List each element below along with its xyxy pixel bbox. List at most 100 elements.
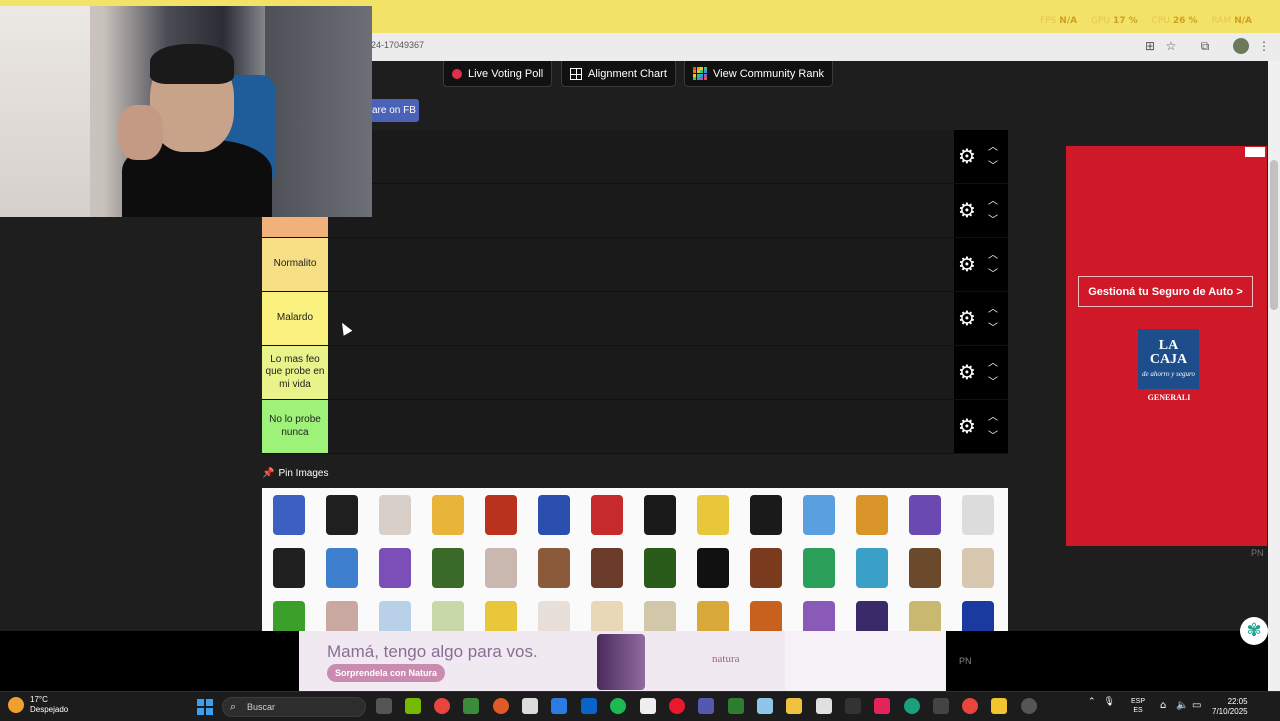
chevron-up-icon[interactable]: ︿ <box>988 300 998 319</box>
document-icon[interactable] <box>640 698 656 714</box>
gear-icon[interactable]: ⚙ <box>958 200 976 220</box>
obs-icon[interactable] <box>1021 698 1037 714</box>
chevron-down-icon[interactable]: ﹀ <box>988 427 998 446</box>
snack-image[interactable] <box>951 594 1004 631</box>
app-icon[interactable] <box>757 698 773 714</box>
capcut-icon[interactable] <box>933 698 949 714</box>
nvidia-icon[interactable] <box>405 698 421 714</box>
chevron-up-icon[interactable]: ︿ <box>988 192 998 211</box>
snack-image[interactable] <box>315 541 368 594</box>
tier-label[interactable]: No lo probe nunca <box>262 400 328 453</box>
tier-row[interactable]: Lo mas feo que probe en mi vida ⚙ ︿ ﹀ <box>262 346 1008 400</box>
scrollbar-thumb[interactable] <box>1270 160 1278 310</box>
chevron-down-icon[interactable]: ﹀ <box>988 319 998 338</box>
snack-image[interactable] <box>315 594 368 631</box>
chevron-up-icon[interactable]: ︿ <box>988 138 998 157</box>
chevron-down-icon[interactable]: ﹀ <box>988 265 998 284</box>
extensions-icon[interactable]: ⧉ <box>1197 38 1213 54</box>
snack-image[interactable] <box>580 541 633 594</box>
chrome-icon[interactable] <box>434 698 450 714</box>
snack-image[interactable] <box>845 488 898 541</box>
snack-image[interactable] <box>739 488 792 541</box>
app-icon[interactable] <box>551 698 567 714</box>
snack-image[interactable] <box>951 541 1004 594</box>
folder-icon[interactable] <box>786 698 802 714</box>
snack-image[interactable] <box>527 488 580 541</box>
snack-image[interactable] <box>845 594 898 631</box>
tier-label[interactable]: Lo mas feo que probe en mi vida <box>262 346 328 399</box>
snack-image[interactable] <box>421 541 474 594</box>
file-icon[interactable] <box>522 698 538 714</box>
snack-image[interactable] <box>421 488 474 541</box>
gear-icon[interactable]: ⚙ <box>958 416 976 436</box>
move-arrows[interactable]: ︿ ﹀ <box>988 354 998 392</box>
outlook-icon[interactable] <box>581 698 597 714</box>
alignment-chart-button[interactable]: Alignment Chart <box>561 61 676 87</box>
chevron-down-icon[interactable]: ﹀ <box>988 157 998 176</box>
snack-image[interactable] <box>474 488 527 541</box>
snack-image[interactable] <box>633 594 686 631</box>
live-voting-button[interactable]: Live Voting Poll <box>443 61 553 87</box>
tier-label[interactable]: Malardo <box>262 292 328 345</box>
language-indicator[interactable]: ESP ES <box>1131 697 1145 715</box>
snack-image[interactable] <box>262 541 315 594</box>
snack-image[interactable] <box>633 488 686 541</box>
snack-image[interactable] <box>421 594 474 631</box>
microphone-icon[interactable]: 🎙 <box>1104 697 1115 707</box>
snack-image[interactable] <box>739 541 792 594</box>
taskbar-clock[interactable]: 22:05 7/10/2025 <box>1212 697 1248 717</box>
move-arrows[interactable]: ︿ ﹀ <box>988 138 998 176</box>
snack-image[interactable] <box>792 488 845 541</box>
snack-image[interactable] <box>686 594 739 631</box>
gear-icon[interactable]: ⚙ <box>958 146 976 166</box>
gear-icon[interactable]: ⚙ <box>958 362 976 382</box>
volume-icon[interactable]: 🔈 <box>1176 700 1188 711</box>
profile-avatar[interactable] <box>1233 38 1249 54</box>
snack-image[interactable] <box>951 488 1004 541</box>
ad-sub-button[interactable]: Sorprendela con Natura <box>327 664 446 682</box>
snack-image[interactable] <box>262 594 315 631</box>
weather-widget[interactable]: 17°C Despejado <box>8 695 68 715</box>
snack-image[interactable] <box>845 541 898 594</box>
gear-icon[interactable]: ⚙ <box>958 308 976 328</box>
snack-image[interactable] <box>633 541 686 594</box>
chevron-down-icon[interactable]: ﹀ <box>988 211 998 230</box>
pin-images-toggle[interactable]: 📌 Pin Images <box>262 468 328 479</box>
snack-image[interactable] <box>686 541 739 594</box>
snack-image[interactable] <box>527 594 580 631</box>
tier-drop-zone[interactable] <box>328 130 954 183</box>
snack-image[interactable] <box>898 541 951 594</box>
chevron-up-icon[interactable]: ⌃ <box>1088 697 1096 707</box>
gear-icon[interactable]: ⚙ <box>958 254 976 274</box>
tier-row[interactable]: No lo probe nunca ⚙ ︿ ﹀ <box>262 400 1008 454</box>
snack-image[interactable] <box>474 541 527 594</box>
ad-banner-bottom-extra[interactable] <box>785 631 946 691</box>
move-arrows[interactable]: ︿ ﹀ <box>988 192 998 230</box>
snack-image[interactable] <box>580 594 633 631</box>
url-text[interactable]: 24-17049367 <box>371 40 424 50</box>
network-icon[interactable]: ⌂ <box>1160 700 1166 711</box>
translate-icon[interactable]: ⊞ <box>1142 38 1158 54</box>
opera-icon[interactable] <box>669 698 685 714</box>
chevron-up-icon[interactable]: ︿ <box>988 408 998 427</box>
chevron-down-icon[interactable]: ﹀ <box>988 373 998 392</box>
tier-drop-zone[interactable] <box>328 292 954 345</box>
chevron-up-icon[interactable]: ︿ <box>988 354 998 373</box>
app-icon[interactable] <box>728 698 744 714</box>
system-tray[interactable]: ⌃ 🎙 <box>1088 697 1115 707</box>
chrome-icon[interactable] <box>962 698 978 714</box>
snack-image[interactable] <box>686 488 739 541</box>
tiktok-icon[interactable] <box>874 698 890 714</box>
snack-image[interactable] <box>368 541 421 594</box>
adchoices-icon[interactable] <box>1245 147 1265 157</box>
community-rank-button[interactable]: View Community Rank <box>684 61 834 87</box>
snack-image[interactable] <box>315 488 368 541</box>
task-view-icon[interactable] <box>376 698 392 714</box>
epic-games-icon[interactable] <box>845 698 861 714</box>
edge-icon[interactable] <box>904 698 920 714</box>
share-fb-button[interactable]: are on FB <box>370 99 419 122</box>
taskbar-search[interactable]: Buscar <box>222 697 366 717</box>
tier-drop-zone[interactable] <box>328 238 954 291</box>
minecraft-icon[interactable] <box>463 698 479 714</box>
snack-image[interactable] <box>474 594 527 631</box>
